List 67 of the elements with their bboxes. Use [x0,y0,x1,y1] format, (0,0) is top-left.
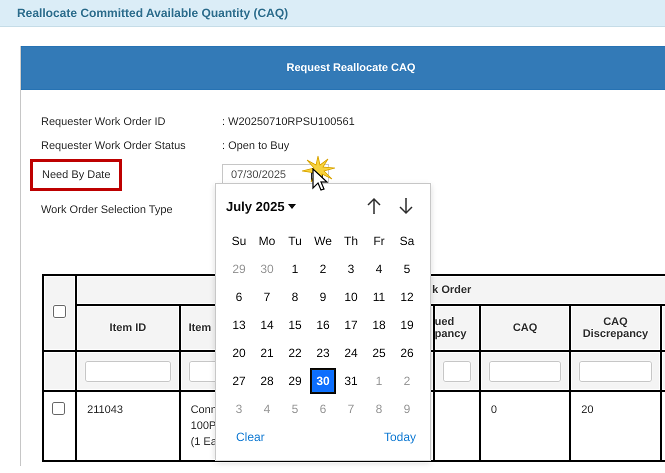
field-label: Requester Work Order ID [40,116,166,128]
table-cell: 20 [581,404,594,416]
field-label: Requester Work Order Status [40,140,186,152]
calendar-day[interactable]: 30 [310,368,336,394]
filter-field[interactable] [85,360,171,382]
weekday-label: Su [230,233,248,250]
weekday-label: Tu [287,233,303,250]
calendar-day[interactable]: 25 [366,340,392,366]
select-all-checkbox[interactable] [53,305,66,318]
weekday-label: Th [342,233,359,250]
calendar-day[interactable]: 1 [282,256,308,282]
field-label: Need By Date [30,159,122,191]
clear-button[interactable]: Clear [236,430,265,444]
weekday-label: Sa [398,233,416,250]
calendar-day[interactable]: 14 [254,312,280,338]
column-header: CAQ Discrepancy [582,316,648,340]
calendar-day[interactable]: 15 [282,312,308,338]
calendar-day[interactable]: 19 [394,312,420,338]
arrow-up-icon [366,197,382,215]
calendar-day[interactable]: 26 [394,340,420,366]
column-header: CAQ [512,322,538,334]
page-title: Reallocate Committed Available Quantity (CAQ) [17,6,288,20]
group-header: k Order [432,284,472,296]
column-header: Item ID [110,322,146,334]
calendar-day[interactable]: 16 [310,312,336,338]
calendar-day[interactable]: 13 [226,312,252,338]
field-value: : W20250710RPSU100561 [222,116,355,128]
calendar-day[interactable]: 6 [226,284,252,310]
calendar-day[interactable]: 29 [282,368,308,394]
weekday-label: Mo [258,233,276,250]
calendar-day[interactable]: 17 [338,312,364,338]
column-header: Item [188,322,212,334]
calendar-day[interactable]: 18 [366,312,392,338]
today-button[interactable]: Today [384,430,416,444]
calendar-day[interactable]: 8 [282,284,308,310]
table-cell: 211043 [87,404,124,416]
calendar-day[interactable]: 27 [226,368,252,394]
calendar-day[interactable]: 2 [310,256,336,282]
caret-icon [288,204,296,208]
calendar-day[interactable]: 28 [254,368,280,394]
calendar-day[interactable]: 22 [282,340,308,366]
calendar-day[interactable]: 20 [226,340,252,366]
weekday-label: Fr [372,233,386,250]
filter-field[interactable] [579,360,652,382]
filter-field[interactable] [442,360,471,382]
calendar-day[interactable]: 12 [394,284,420,310]
arrow-down-icon [398,197,414,215]
table-cell: 0 [490,404,497,416]
field-label: Work Order Selection Type [40,204,173,216]
calendar-day[interactable]: 5 [394,256,420,282]
calendar-day[interactable]: 3 [338,256,364,282]
panel-title: Request Reallocate CAQ [286,62,416,74]
calendar-day[interactable]: 9 [310,284,336,310]
field-value: : Open to Buy [222,140,290,152]
month-selector[interactable]: July 2025 [226,198,296,214]
calendar-day[interactable]: 4 [366,256,392,282]
calendar-day[interactable]: 10 [338,284,364,310]
calendar-day[interactable]: 11 [366,284,392,310]
row-checkbox[interactable] [52,402,65,415]
calendar-day[interactable]: 21 [254,340,280,366]
calendar-day[interactable]: 31 [338,368,364,394]
calendar-day[interactable]: 7 [254,284,280,310]
column-header: ued pancy [434,316,466,340]
calendar-day[interactable]: 24 [338,340,364,366]
calendar-day[interactable]: 23 [310,340,336,366]
weekday-label: We [313,233,333,250]
filter-field[interactable] [488,360,562,382]
